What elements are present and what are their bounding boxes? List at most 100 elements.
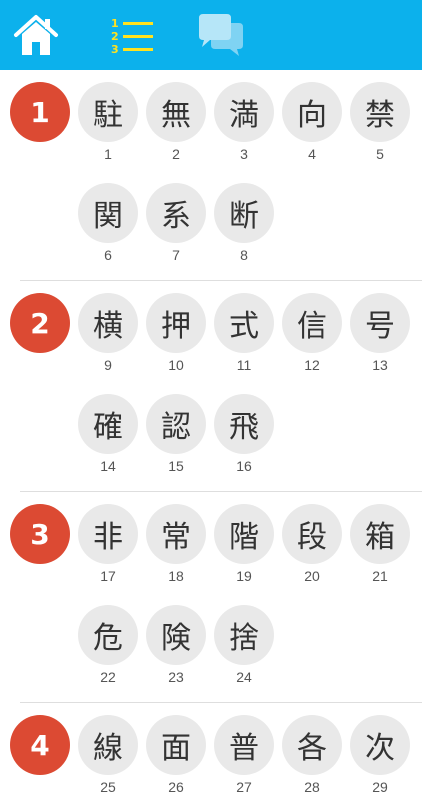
kanji-character: 横 (78, 293, 138, 353)
list-number-2: 2 (111, 30, 119, 43)
kanji-character: 階 (214, 504, 274, 564)
lesson-number-badge[interactable]: 1 (10, 82, 70, 142)
kanji-item[interactable]: 各 28 (282, 715, 342, 799)
kanji-item[interactable]: 階 19 (214, 504, 274, 588)
kanji-item[interactable]: 向4 (282, 82, 342, 166)
kanji-item[interactable]: 横9 (78, 293, 138, 377)
kanji-character: 断 (214, 183, 274, 243)
kanji-index: 1 (104, 146, 112, 162)
kanji-index: 20 (304, 568, 320, 584)
kanji-index: 14 (100, 458, 116, 474)
kanji-item[interactable]: 断8 (214, 183, 274, 267)
kanji-index: 29 (372, 779, 388, 795)
lesson-list-button[interactable]: 1 2 3 (100, 0, 160, 70)
kanji-index: 9 (104, 357, 112, 373)
kanji-character: 関 (78, 183, 138, 243)
kanji-character: 認 (146, 394, 206, 454)
kanji-item[interactable]: 捨 24 (214, 605, 274, 689)
kanji-character: 常 (146, 504, 206, 564)
lesson-number-badge[interactable]: 2 (10, 293, 70, 353)
kanji-index: 10 (168, 357, 184, 373)
list-line (123, 22, 153, 25)
lesson-number-badge[interactable]: 4 (10, 715, 70, 775)
kanji-index: 3 (240, 146, 248, 162)
home-icon (14, 15, 58, 55)
kanji-item[interactable]: 常 18 (146, 504, 206, 588)
kanji-item[interactable]: 険 23 (146, 605, 206, 689)
kanji-character: 非 (78, 504, 138, 564)
kanji-index: 13 (372, 357, 388, 373)
kanji-index: 16 (236, 458, 252, 474)
kanji-character: 式 (214, 293, 274, 353)
kanji-character: 駐 (78, 82, 138, 142)
kanji-character: 信 (282, 293, 342, 353)
kanji-item[interactable]: 段 20 (282, 504, 342, 588)
kanji-index: 15 (168, 458, 184, 474)
kanji-item[interactable]: 飛 16 (214, 394, 274, 478)
kanji-character: 確 (78, 394, 138, 454)
kanji-index: 21 (372, 568, 388, 584)
kanji-item[interactable]: 満3 (214, 82, 274, 166)
kanji-item[interactable]: 危 22 (78, 605, 138, 689)
kanji-index: 26 (168, 779, 184, 795)
kanji-character: 向 (282, 82, 342, 142)
kanji-item[interactable]: 無2 (146, 82, 206, 166)
kanji-item[interactable]: 認 15 (146, 394, 206, 478)
kanji-index: 7 (172, 247, 180, 263)
kanji-index: 19 (236, 568, 252, 584)
kanji-index: 22 (100, 669, 116, 685)
list-number-3: 3 (111, 43, 119, 56)
chat-bubbles-icon (199, 14, 243, 56)
kanji-character: 険 (146, 605, 206, 665)
kanji-item[interactable]: 面 26 (146, 715, 206, 799)
kanji-character: 普 (214, 715, 274, 775)
kanji-index: 5 (376, 146, 384, 162)
kanji-index: 18 (168, 568, 184, 584)
list-line (123, 35, 153, 38)
list-line (123, 48, 153, 51)
kanji-index: 2 (172, 146, 180, 162)
kanji-item[interactable]: 非 17 (78, 504, 138, 588)
chat-button[interactable] (192, 0, 250, 70)
kanji-character: 各 (282, 715, 342, 775)
kanji-item[interactable]: 線 25 (78, 715, 138, 799)
kanji-index: 11 (236, 357, 252, 373)
lesson-number-badge[interactable]: 3 (10, 504, 70, 564)
kanji-index: 4 (308, 146, 316, 162)
kanji-character: 号 (350, 293, 410, 353)
kanji-item[interactable]: 箱 21 (350, 504, 410, 588)
kanji-character: 飛 (214, 394, 274, 454)
lesson-divider (20, 702, 422, 703)
kanji-item[interactable]: 押 10 (146, 293, 206, 377)
lesson-divider (20, 280, 422, 281)
kanji-item[interactable]: 確 14 (78, 394, 138, 478)
kanji-character: 線 (78, 715, 138, 775)
kanji-item[interactable]: 号 13 (350, 293, 410, 377)
kanji-item[interactable]: 普 27 (214, 715, 274, 799)
kanji-item[interactable]: 次 29 (350, 715, 410, 799)
kanji-character: 満 (214, 82, 274, 142)
kanji-item[interactable]: 禁5 (350, 82, 410, 166)
numbered-list-icon: 1 2 3 (103, 13, 157, 57)
top-toolbar: 1 2 3 (0, 0, 422, 70)
list-number-1: 1 (111, 17, 119, 30)
kanji-character: 面 (146, 715, 206, 775)
kanji-item[interactable]: 信 12 (282, 293, 342, 377)
kanji-index: 8 (240, 247, 248, 263)
kanji-index: 6 (104, 247, 112, 263)
kanji-index: 28 (304, 779, 320, 795)
kanji-item[interactable]: 関6 (78, 183, 138, 267)
kanji-item[interactable]: 式 11 (214, 293, 274, 377)
kanji-character: 押 (146, 293, 206, 353)
kanji-character: 危 (78, 605, 138, 665)
kanji-character: 次 (350, 715, 410, 775)
kanji-item[interactable]: 系7 (146, 183, 206, 267)
kanji-character: 系 (146, 183, 206, 243)
kanji-character: 段 (282, 504, 342, 564)
kanji-character: 無 (146, 82, 206, 142)
home-button[interactable] (8, 0, 64, 70)
kanji-item[interactable]: 駐1 (78, 82, 138, 166)
kanji-index: 23 (168, 669, 184, 685)
kanji-index: 24 (236, 669, 252, 685)
lesson-divider (20, 491, 422, 492)
